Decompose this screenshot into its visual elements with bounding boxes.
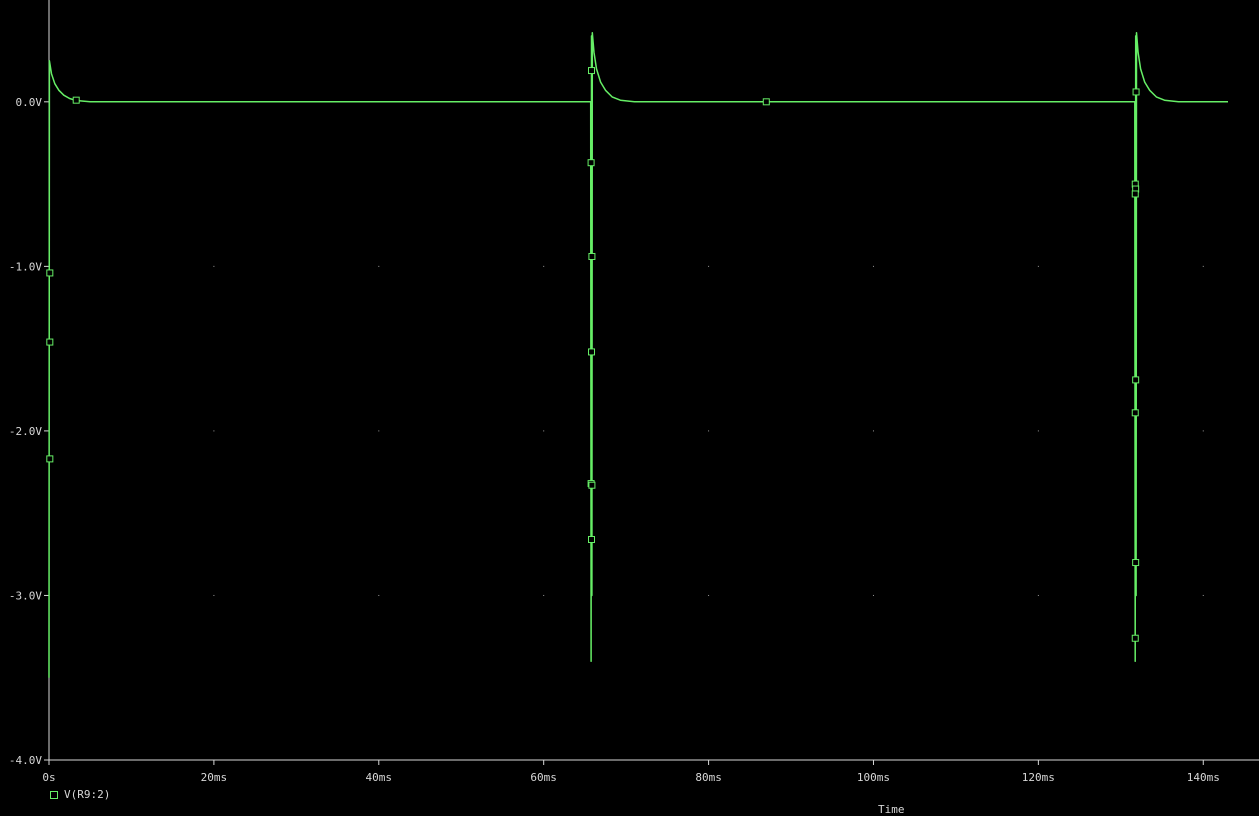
x-tick-label: 140ms	[1187, 771, 1220, 784]
grid-dot	[378, 430, 380, 432]
legend: V(R9:2)	[50, 788, 110, 801]
x-tick-label: 0s	[42, 771, 55, 784]
trace-marker	[1132, 559, 1140, 567]
x-tick-label: 80ms	[695, 771, 722, 784]
trace-marker	[1132, 376, 1140, 384]
grid-dot	[543, 265, 545, 267]
x-tick-label: 40ms	[366, 771, 393, 784]
grid-dot	[543, 594, 545, 596]
trace-marker	[72, 96, 80, 104]
traces	[48, 31, 1228, 678]
grid-dot	[1202, 594, 1204, 596]
axes	[44, 0, 1259, 765]
grid-dot	[213, 265, 215, 267]
x-tick-label: 120ms	[1022, 771, 1055, 784]
grid-dot	[1202, 430, 1204, 432]
trace-marker	[588, 536, 596, 544]
trace-marker	[588, 348, 596, 356]
grid-dot	[708, 594, 710, 596]
grid-dot	[872, 594, 874, 596]
trace-marker	[588, 252, 596, 260]
y-tick-label: 0.0V	[16, 96, 43, 109]
tick-labels: 0.0V -1.0V -2.0V -3.0V -4.0V0s 20ms 40ms 60ms 80…	[9, 96, 1220, 784]
grid-dot	[708, 430, 710, 432]
grid-dot	[378, 265, 380, 267]
waveform-plot: 0.0V -1.0V -2.0V -3.0V -4.0V0s 20ms 40ms 60ms 80…	[9, 0, 1259, 784]
trace-marker	[588, 67, 596, 75]
grid-dot	[1037, 430, 1039, 432]
trace-marker	[1131, 409, 1139, 417]
grid-dot	[378, 594, 380, 596]
grid-dot	[543, 430, 545, 432]
grid-dot	[1037, 265, 1039, 267]
x-tick-label: 60ms	[530, 771, 557, 784]
trace-marker	[46, 338, 54, 346]
grid-dot	[872, 430, 874, 432]
grid-dot	[1202, 265, 1204, 267]
trace-marker	[46, 455, 54, 463]
grid-dot	[213, 594, 215, 596]
trace-marker	[587, 159, 595, 167]
x-tick-label: 20ms	[201, 771, 228, 784]
trace-marker	[46, 269, 54, 277]
trace-marker	[1132, 88, 1140, 96]
legend-marker-icon	[50, 790, 58, 799]
y-tick-label: -3.0V	[9, 589, 42, 602]
series-line	[48, 31, 1228, 678]
trace-marker	[1131, 190, 1139, 198]
trace-marker	[762, 98, 770, 106]
grid-dot	[708, 265, 710, 267]
legend-label: V(R9:2)	[64, 788, 111, 801]
x-tick-label: 100ms	[857, 771, 890, 784]
trace-marker	[588, 481, 596, 489]
grid-dot	[213, 430, 215, 432]
trace-marker	[1131, 634, 1139, 642]
grid-dot	[872, 265, 874, 267]
y-tick-label: -4.0V	[9, 754, 42, 767]
grid	[213, 101, 1204, 596]
grid-dot	[1037, 594, 1039, 596]
y-tick-label: -2.0V	[9, 425, 42, 438]
y-tick-label: -1.0V	[9, 260, 42, 273]
